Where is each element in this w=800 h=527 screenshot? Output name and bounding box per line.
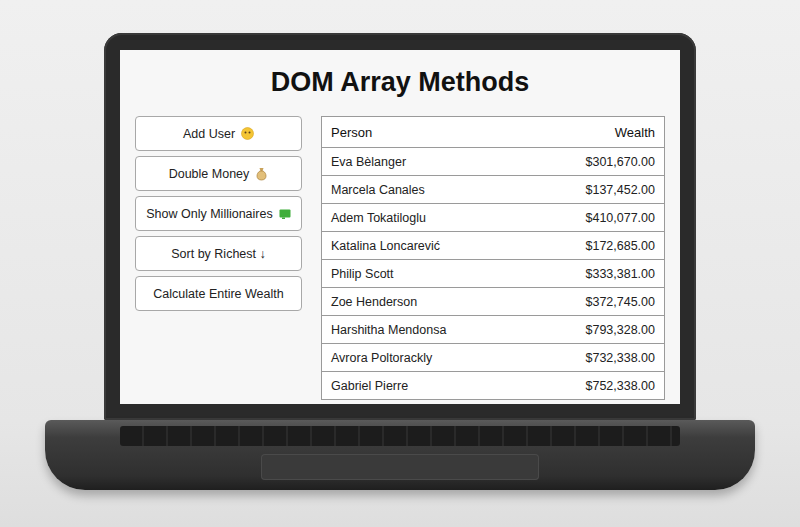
scene: DOM Array Methods Add User Double Money Sho… [0,0,800,527]
person-cell: Zoe Henderson [331,295,417,309]
table-row[interactable]: Eva Bèlanger $301,670.00 [322,147,664,175]
wealth-cell: $372,745.00 [585,295,655,309]
table-row[interactable]: Gabriel Pierre $752,338.00 [322,371,664,399]
person-cell: Marcela Canales [331,183,425,197]
person-cell: Adem Tokatiloglu [331,211,426,225]
keyboard [120,426,680,446]
table-row[interactable]: Adem Tokatiloglu $410,077.00 [322,203,664,231]
trackpad [261,454,539,480]
button-label: Sort by Richest ↓ [171,247,265,261]
table-header: Person Wealth [322,117,664,147]
wealth-cell: $410,077.00 [585,211,655,225]
column-header: Wealth [615,125,655,140]
face-icon [241,127,254,140]
wealth-cell: $793,328.00 [585,323,655,337]
action-button[interactable]: Sort by Richest ↓ [135,236,302,271]
laptop: DOM Array Methods Add User Double Money Sho… [45,33,755,527]
button-column: Add User Double Money Show Only Millionair… [135,116,302,400]
laptop-base [45,420,755,490]
person-cell: Eva Bèlanger [331,155,406,169]
action-button[interactable]: Add User [135,116,302,151]
wealth-cell: $137,452.00 [585,183,655,197]
page-title: DOM Array Methods [120,64,680,100]
button-label: Calculate Entire Wealth [153,287,283,301]
wealth-cell: $732,338.00 [585,351,655,365]
person-cell: Harshitha Mendonsa [331,323,446,337]
wealth-cell: $333,381.00 [585,267,655,281]
button-label: Show Only Millionaires [146,207,272,221]
dollar-bill-icon [279,209,291,219]
table-row[interactable]: Katalina Loncarević $172,685.00 [322,231,664,259]
action-button[interactable]: Calculate Entire Wealth [135,276,302,311]
person-cell: Gabriel Pierre [331,379,408,393]
action-button[interactable]: Double Money [135,156,302,191]
wealth-cell: $301,670.00 [585,155,655,169]
wealth-table: Person Wealth Eva Bèlanger $301,670.00 Marce… [321,116,665,400]
wealth-cell: $172,685.00 [585,239,655,253]
table-row[interactable]: Harshitha Mendonsa $793,328.00 [322,315,664,343]
wealth-cell: $752,338.00 [585,379,655,393]
table-row[interactable]: Avrora Poltorackly $732,338.00 [322,343,664,371]
person-cell: Philip Scott [331,267,394,281]
laptop-lid: DOM Array Methods Add User Double Money Sho… [104,33,696,420]
table-row[interactable]: Zoe Henderson $372,745.00 [322,287,664,315]
screen: DOM Array Methods Add User Double Money Sho… [120,50,680,404]
person-cell: Avrora Poltorackly [331,351,432,365]
person-cell: Katalina Loncarević [331,239,440,253]
button-label: Add User [183,127,235,141]
column-header: Person [331,125,372,140]
button-label: Double Money [169,167,250,181]
action-button[interactable]: Show Only Millionaires [135,196,302,231]
main-area: Add User Double Money Show Only Millionair… [120,116,680,400]
table-row[interactable]: Marcela Canales $137,452.00 [322,175,664,203]
money-bag-icon [255,167,268,181]
table-row[interactable]: Philip Scott $333,381.00 [322,259,664,287]
